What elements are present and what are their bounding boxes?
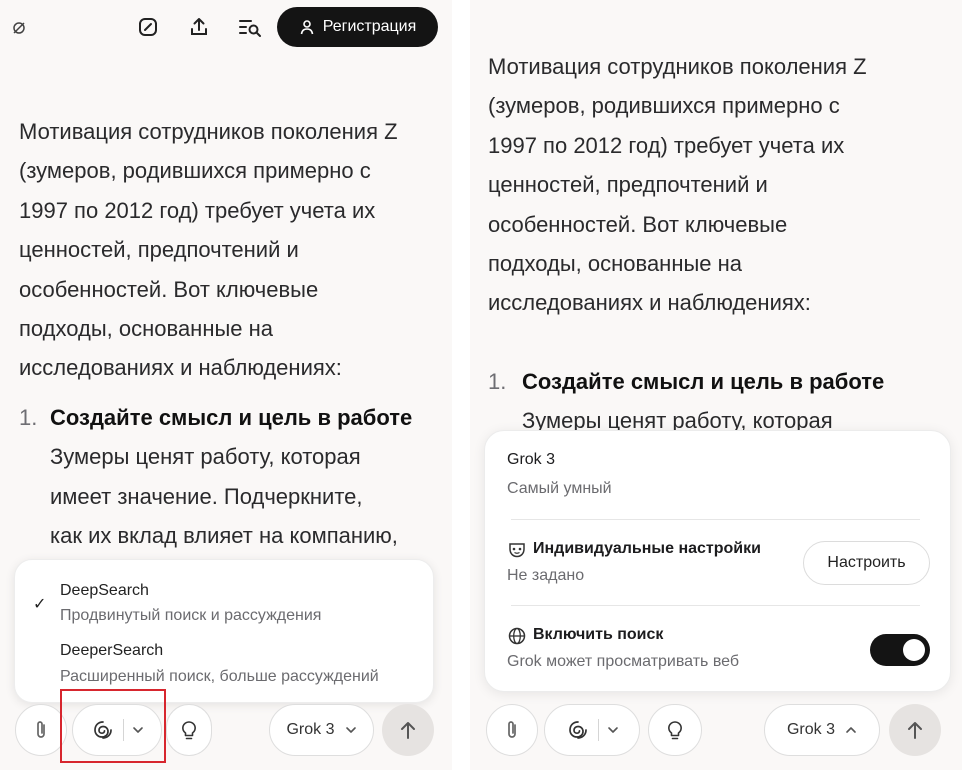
custom-settings-title: Индивидуальные настройки: [533, 540, 761, 557]
mask-icon: [507, 540, 527, 560]
search-toggle[interactable]: [870, 634, 930, 666]
paragraph-line: подходы, основанные на: [19, 316, 274, 342]
response-paragraph: Мотивация сотрудников поколения Z (зумер…: [19, 112, 398, 388]
paragraph-line: ценностей, предпочтений и: [488, 172, 768, 198]
paragraph-line: ценностей, предпочтений и: [19, 237, 299, 263]
model-selector[interactable]: Grok 3: [764, 704, 880, 756]
paragraph-line: 1997 по 2012 год) требует учета их: [19, 197, 376, 223]
arrow-up-icon: [905, 719, 925, 741]
response-paragraph: Мотивация сотрудников поколения Z (зумер…: [488, 47, 867, 323]
option-title: DeepSearch: [60, 582, 149, 599]
divider: [511, 605, 920, 606]
private-chat-icon[interactable]: [6, 15, 32, 41]
history-search-icon[interactable]: [237, 14, 263, 40]
paragraph-line: (зумеров, родившихся примерно с: [488, 93, 840, 119]
list-number: 1.: [488, 369, 507, 394]
list-body-line: имеет значение. Подчеркните,: [50, 483, 363, 509]
composer-bar: Grok 3: [470, 690, 962, 770]
think-button[interactable]: [648, 704, 702, 756]
model-name: Grok 3: [507, 451, 556, 468]
option-title: DeeperSearch: [60, 642, 164, 659]
user-icon: [299, 19, 315, 35]
send-button[interactable]: [382, 704, 434, 756]
option-subtitle: Продвинутый поиск и рассуждения: [60, 607, 322, 624]
model-description: Самый умный: [507, 480, 612, 497]
toggle-knob: [903, 639, 925, 661]
paragraph-line: исследованиях и наблюдениях:: [19, 355, 342, 381]
paragraph-line: Мотивация сотрудников поколения Z: [19, 119, 398, 144]
list-heading: Создайте смысл и цель в работе: [50, 405, 413, 430]
dropdown-option-deepersearch[interactable]: DeeperSearch Расширенный поиск, больше р…: [15, 632, 433, 694]
checkmark-icon: ✓: [33, 596, 47, 613]
highlight-box: [60, 689, 166, 763]
enable-search-title: Включить поиск: [533, 626, 664, 643]
left-screen: Регистрация Мотивация сотрудников поколе…: [0, 0, 452, 770]
register-label: Регистрация: [322, 18, 417, 35]
chevron-up-icon: [845, 726, 857, 734]
lightbulb-icon: [179, 719, 199, 741]
deepsearch-icon: [566, 718, 590, 742]
chevron-down-icon: [345, 726, 357, 734]
lightbulb-icon: [665, 719, 685, 741]
right-screen: Мотивация сотрудников поколения Z (зумер…: [470, 0, 962, 770]
configure-button[interactable]: Настроить: [803, 541, 930, 585]
model-settings-card: Grok 3 Самый умный Индивидуальные настро…: [484, 430, 951, 692]
paragraph-line: исследованиях и наблюдениях:: [488, 290, 811, 316]
list-number: 1.: [19, 405, 38, 430]
globe-icon: [507, 626, 527, 646]
model-selector[interactable]: Grok 3: [269, 704, 374, 756]
search-mode-button[interactable]: [544, 704, 640, 756]
list-heading: Создайте смысл и цель в работе: [522, 369, 885, 394]
paragraph-line: особенностей. Вот ключевые: [19, 276, 319, 302]
arrow-up-icon: [398, 719, 418, 741]
list-item: 1. Создайте смысл и цель в работе Зумеры…: [19, 398, 449, 556]
list-body-line: как их вклад влияет на компанию,: [50, 523, 398, 549]
paragraph-line: 1997 по 2012 год) требует учета их: [488, 132, 845, 158]
model-label: Grok 3: [786, 721, 835, 738]
paperclip-icon: [502, 719, 522, 741]
paragraph-line: Мотивация сотрудников поколения Z: [488, 54, 867, 79]
option-subtitle: Расширенный поиск, больше рассуждений: [60, 668, 379, 685]
divider: [511, 519, 920, 520]
share-icon[interactable]: [186, 14, 212, 40]
paragraph-line: особенностей. Вот ключевые: [488, 211, 788, 237]
paperclip-icon: [31, 719, 51, 741]
custom-settings-status: Не задано: [507, 567, 585, 584]
list-body-line: Зумеры ценят работу, которая: [50, 444, 361, 470]
chevron-down-icon[interactable]: [607, 726, 619, 734]
think-button[interactable]: [166, 704, 212, 756]
model-label: Grok 3: [286, 721, 335, 738]
list-item: 1. Создайте смысл и цель в работе Зумеры…: [488, 362, 958, 441]
search-mode-dropdown: ✓ DeepSearch Продвинутый поиск и рассужд…: [14, 559, 434, 703]
dropdown-option-deepsearch[interactable]: ✓ DeepSearch Продвинутый поиск и рассужд…: [15, 566, 433, 628]
send-button[interactable]: [889, 704, 941, 756]
divider: [597, 719, 599, 741]
paragraph-line: (зумеров, родившихся примерно с: [19, 158, 371, 184]
register-button[interactable]: Регистрация: [277, 7, 438, 47]
paragraph-line: подходы, основанные на: [488, 251, 743, 277]
attach-button[interactable]: [486, 704, 538, 756]
enable-search-description: Grok может просматривать веб: [507, 653, 740, 670]
edit-icon[interactable]: [135, 14, 161, 40]
top-bar: Регистрация: [0, 0, 452, 54]
